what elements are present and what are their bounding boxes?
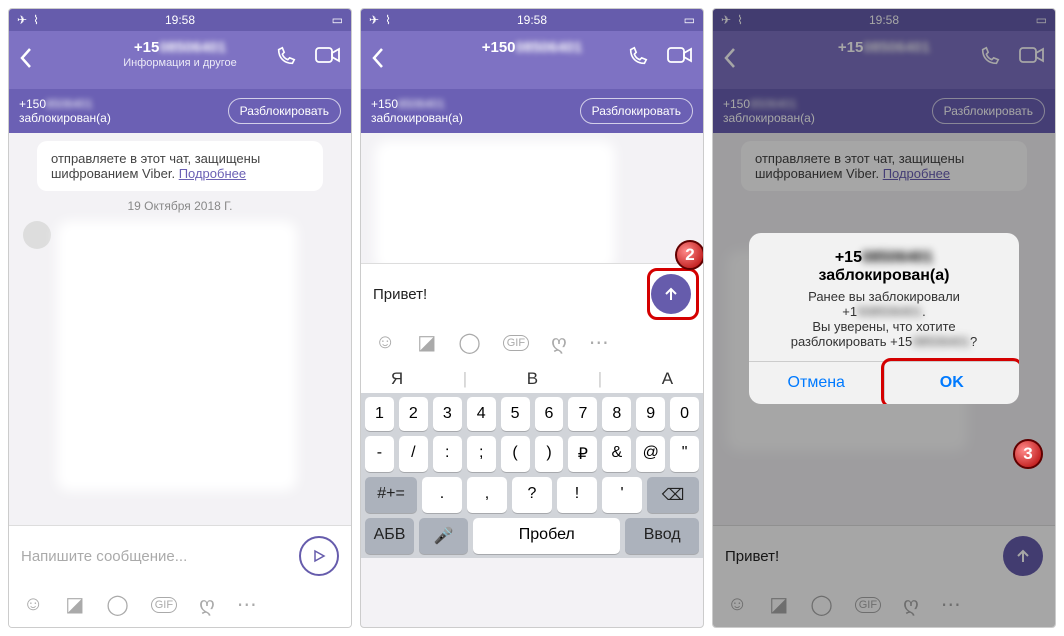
modal-overlay: +1508506401заблокирован(а) Ранее вы забл…: [713, 9, 1055, 627]
alert-title: +1508506401заблокирован(а): [765, 249, 1003, 285]
unblock-button[interactable]: Разблокировать: [228, 98, 341, 124]
message-bubble: [57, 221, 297, 491]
learn-more-link[interactable]: Подробнее: [179, 166, 246, 181]
keyboard: 1234567890 -/:;()₽&@" #+=.,?!'⌫ АБВ🎤Проб…: [361, 393, 703, 558]
battery-icon: ▭: [332, 13, 343, 27]
space-key[interactable]: Пробел: [473, 518, 620, 554]
gallery-icon[interactable]: ◪: [65, 592, 84, 617]
attachment-row: ☺ ◪ ◯ GIF ღ ⋯: [361, 324, 703, 365]
airplane-icon: ✈: [17, 13, 27, 27]
sticker-icon[interactable]: ☺: [375, 331, 395, 354]
blocked-banner: +1508506401заблокирован(а) Разблокироват…: [9, 89, 351, 133]
chat-header: +15008506401: [361, 31, 703, 89]
attachment-row: ☺ ◪ ◯ GIF ღ ⋯: [9, 586, 351, 627]
message-input[interactable]: [21, 548, 289, 565]
unblock-button[interactable]: Разблокировать: [580, 98, 693, 124]
keyboard-symbols[interactable]: #+=: [365, 477, 417, 513]
input-row: 2: [361, 263, 703, 324]
video-icon[interactable]: [315, 45, 341, 67]
back-icon[interactable]: [371, 47, 385, 69]
alert-cancel-button[interactable]: Отмена: [749, 362, 885, 404]
avatar: [23, 221, 51, 249]
status-bar: ✈ ⌇ 19:58 ▭: [361, 9, 703, 31]
backspace-key[interactable]: ⌫: [647, 477, 699, 513]
call-icon[interactable]: [627, 45, 649, 67]
gif-icon[interactable]: GIF: [151, 597, 177, 613]
airplane-icon: ✈: [369, 13, 379, 27]
doodle-icon[interactable]: ღ: [199, 592, 215, 617]
phone-3: ✈⌇ 19:58 ▭ +1508506401 +1508506401заблок…: [712, 8, 1056, 628]
keyboard-suggestions: Я| В| А: [361, 365, 703, 393]
chat-area: отправляете в этот чат, защищены шифрова…: [9, 133, 351, 525]
sticker-icon[interactable]: ☺: [23, 593, 43, 616]
step-ring-3: [881, 358, 1019, 404]
wifi-icon: ⌇: [33, 13, 39, 27]
chat-header: +1508506401 Информация и другое: [9, 31, 351, 89]
input-row: [9, 525, 351, 586]
status-time: 19:58: [517, 13, 547, 27]
step-ring-2: [647, 268, 699, 320]
step-marker-3: 3: [1013, 439, 1043, 469]
phone-1: ✈ ⌇ 19:58 ▭ +1508506401 Информация и друг…: [8, 8, 352, 628]
wifi-icon: ⌇: [385, 13, 391, 27]
chat-area: [361, 133, 703, 263]
video-icon[interactable]: [667, 45, 693, 67]
more-icon[interactable]: ⋯: [589, 330, 609, 355]
camera-icon[interactable]: ◯: [458, 330, 480, 355]
camera-icon[interactable]: ◯: [106, 592, 128, 617]
call-icon[interactable]: [275, 45, 297, 67]
battery-icon: ▭: [684, 13, 695, 27]
step-marker-2: 2: [675, 240, 704, 270]
voice-button[interactable]: [299, 536, 339, 576]
message-bubble: [375, 141, 615, 263]
message-input[interactable]: [373, 286, 641, 303]
encryption-notice: отправляете в этот чат, защищены шифрова…: [37, 141, 323, 191]
gif-icon[interactable]: GIF: [503, 335, 529, 351]
message: [23, 221, 341, 491]
status-time: 19:58: [165, 13, 195, 27]
gallery-icon[interactable]: ◪: [417, 330, 436, 355]
keyboard-abc[interactable]: АБВ: [365, 518, 414, 554]
enter-key[interactable]: Ввод: [625, 518, 699, 554]
phone-2: ✈ ⌇ 19:58 ▭ +15008506401 +1508506401забло…: [360, 8, 704, 628]
doodle-icon[interactable]: ღ: [551, 330, 567, 355]
blocked-banner: +1508506401заблокирован(а) Разблокироват…: [361, 89, 703, 133]
mic-key[interactable]: 🎤: [419, 518, 468, 554]
status-bar: ✈ ⌇ 19:58 ▭: [9, 9, 351, 31]
unblock-alert: +1508506401заблокирован(а) Ранее вы забл…: [749, 233, 1019, 404]
more-icon[interactable]: ⋯: [237, 592, 257, 617]
alert-body: Ранее вы заблокировали +1508506401. Вы у…: [765, 289, 1003, 349]
date-separator: 19 Октября 2018 Г.: [19, 199, 341, 213]
